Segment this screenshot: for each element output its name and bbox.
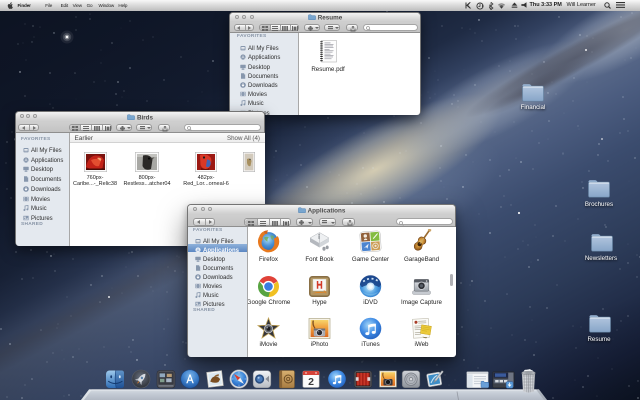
- svg-text:2: 2: [308, 376, 314, 388]
- svg-text:A: A: [241, 55, 244, 60]
- svg-text:A: A: [24, 157, 27, 162]
